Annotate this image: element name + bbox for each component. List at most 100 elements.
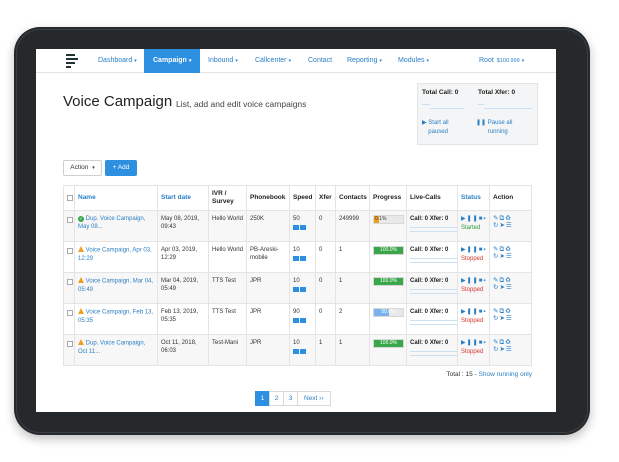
- campaign-name-cell[interactable]: Voice Campaign, Feb 13, 05:35: [74, 303, 158, 335]
- speed-up-button[interactable]: [293, 287, 299, 292]
- next-page-button[interactable]: Next ››: [297, 391, 331, 406]
- nav-inbound[interactable]: Inbound ▾: [208, 49, 238, 73]
- start-all-button[interactable]: ▶ Start all paused: [422, 119, 464, 137]
- speed-up-button[interactable]: [293, 225, 299, 230]
- progress-bar: 100.0%: [373, 277, 404, 286]
- col-start-date[interactable]: Start date: [157, 185, 209, 211]
- campaign-name-cell[interactable]: Voice Campaign, Mar 04, 05:49: [74, 272, 158, 304]
- row-checkbox-cell[interactable]: [63, 334, 75, 366]
- start-date-cell: May 08, 2019, 09:43: [157, 210, 209, 242]
- row-checkbox-cell[interactable]: [63, 210, 75, 242]
- status-cell: ▶❚❚■▪ Stopped: [457, 334, 490, 366]
- warning-icon: [78, 246, 84, 252]
- contacts-cell: 1: [335, 241, 370, 273]
- speed-up-button[interactable]: [293, 256, 299, 261]
- delete-icon[interactable]: ♻: [505, 308, 512, 315]
- select-all-checkbox[interactable]: [67, 194, 73, 201]
- pause-icon[interactable]: ❚❚: [467, 309, 479, 315]
- row-checkbox[interactable]: [67, 248, 73, 254]
- delete-icon[interactable]: ♻: [505, 277, 512, 284]
- speed-down-button[interactable]: [300, 225, 306, 230]
- table-row[interactable]: ✓ Dup. Voice Campaign, May 08... May 08, …: [63, 210, 532, 242]
- nav-inbound-label: Inbound: [208, 57, 234, 64]
- speed-down-button[interactable]: [300, 287, 306, 292]
- pause-icon[interactable]: ❚❚: [467, 247, 479, 253]
- nav-modules[interactable]: Modules ▾: [398, 49, 429, 73]
- more-icon[interactable]: ▪: [483, 247, 486, 253]
- start-date-cell: Apr 03, 2019, 12:29: [157, 241, 209, 273]
- row-checkbox-cell[interactable]: [63, 272, 75, 304]
- speed-controls: [293, 287, 312, 295]
- campaign-name-link[interactable]: Voice Campaign, Mar 04, 05:49: [78, 279, 153, 293]
- more-icon[interactable]: ▪: [483, 278, 486, 284]
- delete-icon[interactable]: ♻: [505, 215, 512, 222]
- pause-all-button[interactable]: ❚❚ Pause all running: [476, 119, 530, 137]
- more-icon[interactable]: ▪: [483, 216, 486, 222]
- row-checkbox[interactable]: [67, 217, 73, 223]
- progress-cell: 100.0%: [369, 334, 407, 366]
- more-icon[interactable]: ▪: [483, 340, 486, 346]
- list-icon[interactable]: ☰: [506, 253, 513, 260]
- nav-dashboard[interactable]: Dashboard ▾: [98, 49, 137, 73]
- list-icon[interactable]: ☰: [506, 284, 513, 291]
- row-checkbox[interactable]: [67, 310, 73, 316]
- action-dropdown-button[interactable]: Action ▾: [63, 160, 102, 176]
- progress-cell: 50.0%: [369, 303, 407, 335]
- speed-up-button[interactable]: [293, 349, 299, 354]
- delete-icon[interactable]: ♻: [505, 246, 512, 253]
- row-checkbox[interactable]: [67, 279, 73, 285]
- contacts-cell: 1: [335, 272, 370, 304]
- row-checkbox-cell[interactable]: [63, 241, 75, 273]
- speed-down-button[interactable]: [300, 349, 306, 354]
- list-icon[interactable]: ☰: [506, 222, 513, 229]
- nav-user-menu[interactable]: Root $100.999 ▾: [479, 49, 524, 73]
- nav-campaign[interactable]: Campaign ▾: [144, 49, 201, 73]
- delete-icon[interactable]: ♻: [505, 339, 512, 346]
- pause-icon[interactable]: ❚❚: [467, 216, 479, 222]
- col-status[interactable]: Status: [457, 185, 490, 211]
- campaign-name-link[interactable]: Dup. Voice Campaign, Oct 11...: [78, 341, 145, 355]
- campaign-name-cell[interactable]: Dup. Voice Campaign, Oct 11...: [74, 334, 158, 366]
- speed-controls: [293, 225, 312, 233]
- campaign-name-link[interactable]: Dup. Voice Campaign, May 08...: [78, 216, 145, 230]
- page-title: Voice Campaign: [63, 93, 173, 110]
- select-all-checkbox-cell[interactable]: [63, 185, 75, 211]
- campaign-name-link[interactable]: Voice Campaign, Apr 03, 12:29: [78, 248, 152, 262]
- app-screen: Dashboard ▾ Campaign ▾ Inbound ▾ Callcenter…: [36, 49, 556, 412]
- speed-down-button[interactable]: [300, 256, 306, 261]
- table-row[interactable]: Voice Campaign, Apr 03, 12:29 Apr 03, 201…: [63, 241, 532, 273]
- pause-icon[interactable]: ❚❚: [467, 340, 479, 346]
- speed-value: 10: [293, 247, 300, 253]
- nav-contact[interactable]: Contact: [308, 49, 332, 73]
- row-checkbox[interactable]: [67, 341, 73, 347]
- add-campaign-button[interactable]: + Add: [105, 160, 137, 176]
- col-ivr: IVR / Survey: [208, 185, 247, 211]
- col-name[interactable]: Name: [74, 185, 158, 211]
- page-3-button[interactable]: 3: [283, 391, 298, 406]
- table-row[interactable]: Voice Campaign, Feb 13, 05:35 Feb 13, 201…: [63, 303, 532, 335]
- page-2-button[interactable]: 2: [269, 391, 284, 406]
- phonebook-cell: JPR: [246, 334, 290, 366]
- speed-cell: 10: [289, 272, 316, 304]
- table-row[interactable]: Voice Campaign, Mar 04, 05:49 Mar 04, 201…: [63, 272, 532, 304]
- campaign-name-cell[interactable]: ✓ Dup. Voice Campaign, May 08...: [74, 210, 158, 242]
- row-checkbox-cell[interactable]: [63, 303, 75, 335]
- show-running-only-link[interactable]: Show running only: [479, 371, 532, 378]
- more-icon[interactable]: ▪: [483, 309, 486, 315]
- user-balance: $100.999: [496, 58, 520, 64]
- speed-up-button[interactable]: [293, 318, 299, 323]
- page-1-button[interactable]: 1: [255, 391, 270, 406]
- progress-label: 0.1%: [375, 216, 387, 222]
- nav-callcenter[interactable]: Callcenter ▾: [255, 49, 291, 73]
- speed-down-button[interactable]: [300, 318, 306, 323]
- app-logo-icon[interactable]: [64, 53, 80, 69]
- stats-sparkline: [422, 102, 534, 112]
- table-row[interactable]: Dup. Voice Campaign, Oct 11... Oct 11, 20…: [63, 334, 532, 366]
- list-icon[interactable]: ☰: [506, 346, 513, 353]
- list-icon[interactable]: ☰: [506, 315, 513, 322]
- campaign-name-link[interactable]: Voice Campaign, Feb 13, 05:35: [78, 310, 153, 324]
- progress-bar: 100.0%: [373, 246, 404, 255]
- campaign-name-cell[interactable]: Voice Campaign, Apr 03, 12:29: [74, 241, 158, 273]
- nav-reporting[interactable]: Reporting ▾: [347, 49, 382, 73]
- pause-icon[interactable]: ❚❚: [467, 278, 479, 284]
